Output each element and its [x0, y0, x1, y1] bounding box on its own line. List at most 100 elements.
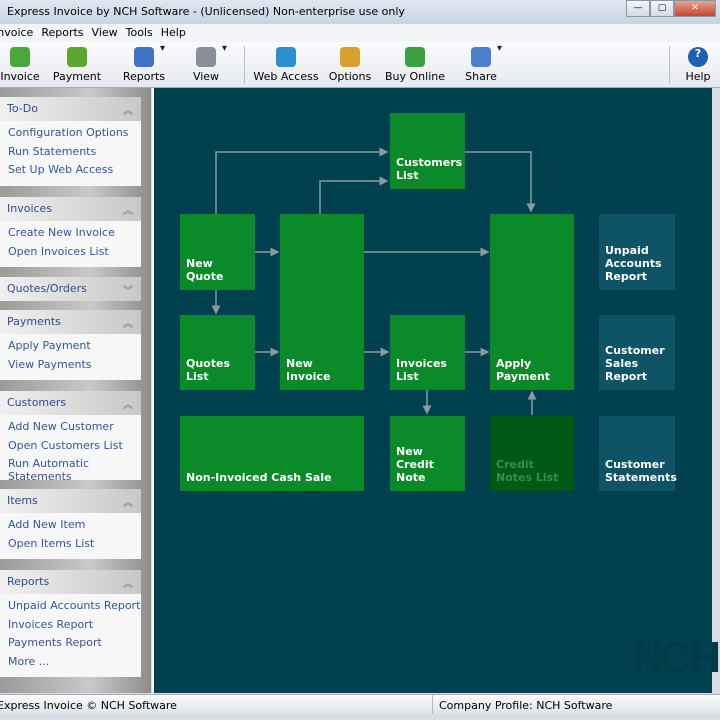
toolbar-share-button[interactable]: ▾ Share [451, 42, 511, 88]
toolbar-label: Share [465, 70, 497, 83]
maximize-button[interactable]: ▢ [650, 0, 674, 17]
sidebar-header-title: To-Do [7, 102, 38, 115]
collapse-chevron-icon[interactable]: ︽ [123, 202, 133, 217]
minimize-button[interactable]: — [626, 0, 650, 17]
customers-list-button[interactable]: Customers List [390, 113, 465, 189]
workflow-canvas: Customers List New Quote New Invoice App… [152, 88, 720, 693]
collapse-chevron-icon[interactable]: ︽ [123, 315, 133, 330]
sidebar-link[interactable]: Create New Invoice [8, 226, 141, 245]
new-quote-button[interactable]: New Quote [180, 214, 255, 290]
toolbar-reports-button[interactable]: ▾ Reports [114, 42, 174, 88]
credit-notes-list-label: Credit Notes List [496, 458, 559, 484]
sidebar-header-title: Customers [7, 396, 67, 409]
sidebar-header-title: Reports [7, 575, 50, 588]
toolbar-payment-button[interactable]: Payment [40, 42, 114, 88]
toolbar-buy-online-button[interactable]: Buy Online [379, 42, 451, 88]
menu-bar: Invoice Reports View Tools Help [0, 24, 720, 42]
sidebar-header-quotes-orders[interactable]: Quotes/Orders ︾ [0, 277, 141, 301]
apply-payment-button[interactable]: Apply Payment [490, 214, 574, 390]
sidebar-link[interactable]: Add New Item [8, 518, 141, 537]
view-icon: ▾ [196, 43, 227, 67]
toolbar-label: Web Access [253, 70, 319, 83]
new-quote-label: New Quote [186, 257, 224, 283]
toolbar-label: Reports [122, 70, 166, 83]
pie-chart-icon: ▾ [134, 43, 165, 67]
sidebar-link[interactable]: Open Customers List [8, 439, 141, 458]
new-credit-note-button[interactable]: New Credit Note [390, 416, 465, 491]
status-company-profile: Company Profile: NCH Software [432, 695, 612, 714]
quotes-list-label: Quotes List [186, 357, 231, 383]
sidebar-link[interactable]: Open Invoices List [8, 245, 141, 264]
options-icon [340, 47, 360, 67]
sidebar-link[interactable]: Set Up Web Access [8, 163, 141, 182]
sidebar-link[interactable]: Payments Report [8, 636, 141, 655]
toolbar-label: Options [328, 70, 372, 83]
sidebar-header-title: Payments [7, 315, 61, 328]
customer-statements-label: Customer Statements [605, 458, 677, 484]
sidebar-header-items[interactable]: Items ︽ [0, 489, 141, 513]
toolbar-help-button[interactable]: ? Help [676, 42, 720, 88]
invoices-list-button[interactable]: Invoices List [390, 315, 465, 390]
apply-payment-label: Apply Payment [496, 357, 551, 383]
toolbar-view-button[interactable]: ▾ View [174, 42, 238, 88]
sidebar-header-title: Invoices [7, 202, 53, 215]
menu-reports[interactable]: Reports [41, 26, 83, 42]
collapse-chevron-icon[interactable]: ︽ [123, 575, 133, 590]
toolbar-label: Buy Online [384, 70, 445, 83]
sidebar-section-items: Items ︽ Add New Item Open Items List [0, 489, 141, 559]
sidebar: To-Do ︽ Configuration Options Run Statement… [0, 88, 151, 693]
sidebar-link[interactable]: Unpaid Accounts Report [8, 599, 141, 618]
sidebar-header-customers[interactable]: Customers ︽ [0, 391, 141, 415]
sidebar-header-payments[interactable]: Payments ︽ [0, 310, 141, 334]
sidebar-link[interactable]: More ... [8, 655, 141, 674]
nch-watermark-logo: NCH [631, 633, 720, 682]
sidebar-link[interactable]: Run Statements [8, 145, 141, 164]
sidebar-link[interactable]: Add New Customer [8, 420, 141, 439]
sidebar-link[interactable]: Invoices Report [8, 618, 141, 637]
menu-help[interactable]: Help [161, 26, 186, 42]
collapse-chevron-icon[interactable]: ︽ [123, 396, 133, 411]
close-button[interactable]: ✕ [674, 0, 716, 17]
sidebar-link[interactable]: Open Items List [8, 537, 141, 556]
credit-notes-list-button[interactable]: Credit Notes List [490, 416, 574, 491]
cash-sale-button[interactable]: Non-Invoiced Cash Sale [180, 416, 364, 491]
customer-statements-button[interactable]: Customer Statements [599, 416, 677, 491]
menu-invoice[interactable]: Invoice [0, 26, 33, 42]
dropdown-arrow-icon[interactable]: ▾ [222, 43, 227, 54]
quotes-list-button[interactable]: Quotes List [180, 315, 255, 390]
toolbar: Invoice Payment ▾ Reports ▾ View Web Access Opt… [0, 42, 720, 88]
sidebar-header-to-do[interactable]: To-Do ︽ [0, 97, 141, 121]
sidebar-section-quotes-orders: Quotes/Orders ︾ [0, 277, 141, 301]
toolbar-web-access-button[interactable]: Web Access [251, 42, 321, 88]
new-invoice-button[interactable]: New Invoice [280, 214, 364, 390]
toolbar-label: Help [685, 70, 711, 83]
unpaid-accounts-report-button[interactable]: Unpaid Accounts Report [599, 214, 675, 290]
new-credit-note-label: New Credit Note [396, 445, 434, 484]
sidebar-link[interactable]: Apply Payment [8, 339, 141, 358]
expand-chevron-icon[interactable]: ︾ [123, 282, 133, 297]
toolbar-label: View [192, 70, 220, 83]
web-access-icon [276, 47, 296, 67]
customer-sales-report-label: Customer Sales Report [605, 344, 665, 383]
toolbar-label: Payment [52, 70, 102, 83]
sidebar-header-reports[interactable]: Reports ︽ [0, 570, 141, 594]
sidebar-section-customers: Customers ︽ Add New Customer Open Customers… [0, 391, 141, 483]
dropdown-arrow-icon[interactable]: ▾ [497, 43, 502, 54]
sidebar-link[interactable]: Run Automatic Statements [8, 457, 141, 483]
dropdown-arrow-icon[interactable]: ▾ [160, 43, 165, 54]
menu-view[interactable]: View [92, 26, 118, 42]
sidebar-link[interactable]: View Payments [8, 358, 141, 377]
toolbar-options-button[interactable]: Options [321, 42, 379, 88]
collapse-chevron-icon[interactable]: ︽ [123, 102, 133, 117]
status-bar: Express Invoice © NCH Software Company P… [0, 694, 720, 714]
toolbar-invoice-button[interactable]: Invoice [0, 42, 40, 88]
customer-sales-report-button[interactable]: Customer Sales Report [599, 315, 675, 390]
menu-tools[interactable]: Tools [126, 26, 153, 42]
status-copyright: Express Invoice © NCH Software [0, 699, 177, 712]
sidebar-link[interactable]: Configuration Options [8, 126, 141, 145]
sidebar-section-invoices: Invoices ︽ Create New Invoice Open Invoices… [0, 197, 141, 267]
invoices-list-label: Invoices List [396, 357, 447, 383]
collapse-chevron-icon[interactable]: ︽ [123, 494, 133, 509]
sidebar-header-invoices[interactable]: Invoices ︽ [0, 197, 141, 221]
window-title: Express Invoice by NCH Software - (Unlic… [7, 5, 405, 18]
